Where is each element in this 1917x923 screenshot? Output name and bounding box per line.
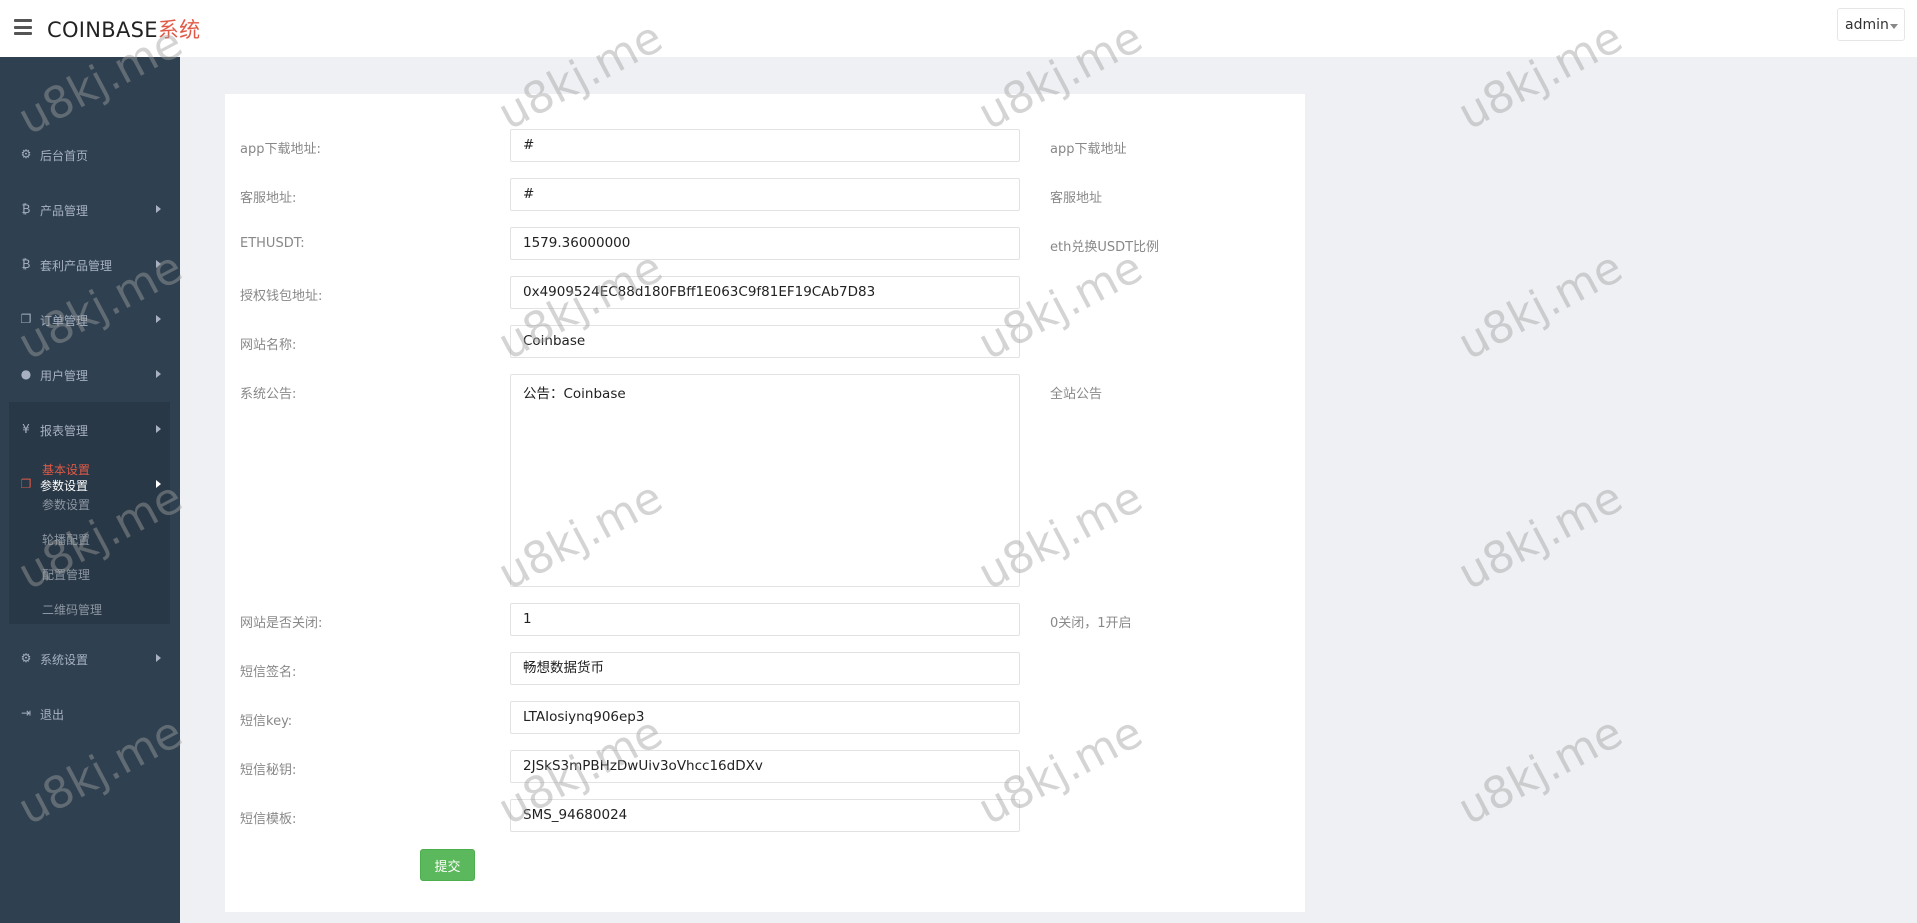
sidebar: ⚙ 后台首页 ₿ 产品管理 ₿ 套利产品管理 ❐ 订单管理 ● 用户管理 ¥ 报… bbox=[0, 57, 180, 923]
field-label-sms-sign: 短信签名: bbox=[240, 665, 297, 680]
field-help-app-url: app下载地址 bbox=[1050, 142, 1127, 157]
submenu-basic-settings[interactable]: 基本设置 bbox=[42, 461, 90, 478]
sidebar-item-users[interactable]: ● 用户管理 bbox=[0, 355, 180, 395]
sidebar-item-orders[interactable]: ❐ 订单管理 bbox=[0, 300, 180, 340]
top-header: COINBASE系统 admin bbox=[0, 0, 1917, 57]
sidebar-item-label: 后台首页 bbox=[40, 149, 89, 163]
brand-suffix: 系统 bbox=[157, 18, 201, 42]
submenu-config-management[interactable]: 配置管理 bbox=[42, 566, 90, 583]
chevron-right-icon bbox=[156, 370, 161, 378]
field-label-wallet: 授权钱包地址: bbox=[240, 289, 323, 304]
chevron-right-icon bbox=[156, 260, 161, 268]
field-label-ethusdt: ETHUSDT: bbox=[240, 236, 305, 251]
field-label-site-closed: 网站是否关闭: bbox=[240, 616, 323, 631]
bitcoin-icon: ₿ bbox=[21, 257, 31, 271]
sms-sign-input[interactable]: 畅想数据货币 bbox=[510, 652, 1020, 685]
sms-template-input[interactable]: SMS_94680024 bbox=[510, 799, 1020, 832]
sidebar-item-home[interactable]: ⚙ 后台首页 bbox=[0, 135, 180, 175]
submenu-qrcode-management[interactable]: 二维码管理 bbox=[42, 601, 102, 618]
field-label-announcement: 系统公告: bbox=[240, 387, 297, 402]
sidebar-item-logout[interactable]: ⇥ 退出 bbox=[0, 694, 180, 734]
ethusdt-input[interactable]: 1579.36000000 bbox=[510, 227, 1020, 260]
dashboard-icon: ⚙ bbox=[20, 147, 32, 161]
copy-icon: ❐ bbox=[20, 312, 32, 326]
sidebar-item-label: 报表管理 bbox=[40, 424, 89, 438]
chevron-right-icon bbox=[156, 205, 161, 213]
user-name: admin bbox=[1845, 17, 1889, 33]
sidebar-item-label: 套利产品管理 bbox=[40, 259, 113, 273]
caret-down-icon bbox=[1890, 24, 1898, 29]
sidebar-item-label: 系统设置 bbox=[40, 653, 89, 667]
service-url-input[interactable]: # bbox=[510, 178, 1020, 211]
field-label-app-url: app下载地址: bbox=[240, 142, 321, 157]
submit-button[interactable]: 提交 bbox=[420, 849, 475, 881]
user-dropdown[interactable]: admin bbox=[1837, 8, 1905, 41]
brand-main: COINBASE bbox=[47, 18, 158, 42]
menu-toggle-icon[interactable] bbox=[14, 19, 32, 35]
field-label-sms-template: 短信模板: bbox=[240, 812, 297, 827]
sidebar-item-products[interactable]: ₿ 产品管理 bbox=[0, 190, 180, 230]
user-icon: ● bbox=[20, 367, 32, 381]
yen-icon: ¥ bbox=[22, 422, 30, 436]
wallet-address-input[interactable]: 0x4909524EC88d180FBff1E063C9f81EF19CAb7D… bbox=[510, 276, 1020, 309]
field-help-ethusdt: eth兑换USDT比例 bbox=[1050, 240, 1160, 255]
sidebar-item-label: 产品管理 bbox=[40, 204, 89, 218]
site-name-input[interactable]: Coinbase bbox=[510, 325, 1020, 358]
chevron-right-icon bbox=[156, 315, 161, 323]
site-closed-input[interactable]: 1 bbox=[510, 603, 1020, 636]
submenu-param-settings[interactable]: 参数设置 bbox=[42, 496, 90, 513]
field-label-site-name: 网站名称: bbox=[240, 338, 297, 353]
field-label-sms-key: 短信key: bbox=[240, 714, 293, 729]
sms-secret-input[interactable]: 2JSkS3mPBHzDwUiv3oVhcc16dDXv bbox=[510, 750, 1020, 783]
chevron-right-icon bbox=[156, 425, 161, 433]
field-label-sms-secret: 短信秘钥: bbox=[240, 763, 297, 778]
field-label-service-url: 客服地址: bbox=[240, 191, 297, 206]
field-help-service-url: 客服地址 bbox=[1050, 191, 1103, 206]
watermark-text: u8kj.me bbox=[1450, 706, 1631, 836]
sidebar-item-arbitrage[interactable]: ₿ 套利产品管理 bbox=[0, 245, 180, 285]
sidebar-item-label: 参数设置 bbox=[40, 479, 89, 493]
app-url-input[interactable]: # bbox=[510, 129, 1020, 162]
bitcoin-icon: ₿ bbox=[21, 202, 31, 216]
sidebar-item-reports[interactable]: ¥ 报表管理 bbox=[0, 410, 180, 450]
announcement-textarea[interactable]: 公告：Coinbase bbox=[510, 374, 1020, 587]
field-help-site-closed: 0关闭，1开启 bbox=[1050, 616, 1132, 631]
sms-key-input[interactable]: LTAIosiynq906ep3 bbox=[510, 701, 1020, 734]
sidebar-item-system[interactable]: ⚙ 系统设置 bbox=[0, 639, 180, 679]
files-icon: ❐ bbox=[20, 477, 32, 491]
sidebar-item-label: 订单管理 bbox=[40, 314, 89, 328]
watermark-text: u8kj.me bbox=[1450, 471, 1631, 601]
sign-out-icon: ⇥ bbox=[20, 706, 32, 720]
watermark-text: u8kj.me bbox=[1450, 241, 1631, 371]
submenu-carousel-config[interactable]: 轮播配置 bbox=[42, 531, 90, 548]
chevron-right-icon bbox=[156, 654, 161, 662]
chevron-right-icon bbox=[156, 480, 161, 488]
gears-icon: ⚙ bbox=[20, 651, 32, 665]
brand-logo: COINBASE系统 bbox=[47, 14, 200, 44]
sidebar-item-label: 退出 bbox=[40, 708, 65, 722]
field-help-announcement: 全站公告 bbox=[1050, 387, 1103, 402]
sidebar-item-label: 用户管理 bbox=[40, 369, 89, 383]
